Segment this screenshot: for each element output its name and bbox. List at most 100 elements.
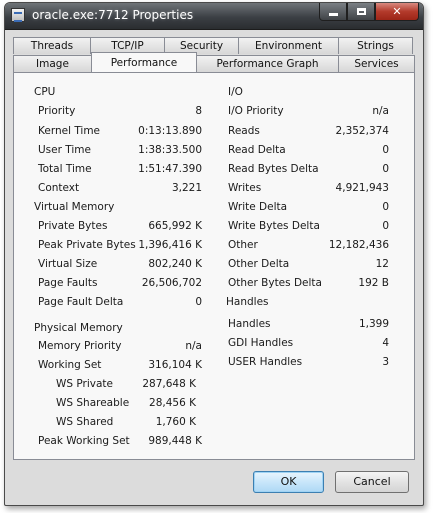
stat-value: 665,992 K [148,220,202,232]
stat-label: Memory Priority [38,340,122,352]
close-button[interactable]: ✕ [375,3,419,21]
stat-value: 28,456 K [149,397,196,409]
stat-row: Total Time 1:51:47.390 [38,162,202,176]
stat-label: Virtual Size [38,258,98,270]
stat-label: Private Bytes [38,220,108,232]
stat-value: n/a [185,340,202,352]
stat-value: 802,240 K [148,258,202,270]
stat-label: Other Bytes Delta [228,277,322,289]
tab-environment[interactable]: Environment [238,37,339,54]
stat-label: Read Bytes Delta [228,163,319,175]
stat-row: Peak Working Set 989,448 K [38,434,202,448]
tab-image[interactable]: Image [13,55,92,72]
stat-row: Other 12,182,436 [228,238,389,252]
stat-label: Total Time [38,163,92,175]
stat-row: Writes 4,921,943 [228,181,389,195]
tab-services[interactable]: Services [338,55,415,72]
stat-row: I/O Priority n/a [228,104,389,118]
stat-value: 4 [382,337,389,349]
stat-value: 0:13:13.890 [138,125,202,137]
stat-value: 287,648 K [142,378,196,390]
window-controls: ✕ [319,3,419,21]
stat-value: n/a [372,105,389,117]
physical-memory-header: Physical Memory [34,322,123,334]
cpu-header: CPU [34,86,56,98]
stat-value: 1:38:33.500 [138,144,202,156]
stat-row: Virtual Size 802,240 K [38,257,202,271]
stat-label: Handles [228,318,271,330]
window-title: oracle.exe:7712 Properties [32,8,194,22]
properties-window: oracle.exe:7712 Properties ✕ Threads TCP… [4,2,424,506]
stat-value: 989,448 K [148,435,202,447]
stat-value: 192 B [358,277,389,289]
maximize-button[interactable] [347,3,375,21]
stat-label: Kernel Time [38,125,101,137]
virtual-memory-header: Virtual Memory [34,201,115,213]
stat-value: 0 [195,296,202,308]
stat-row: Page Faults 26,506,702 [38,276,202,290]
stat-label: Write Delta [228,201,288,213]
stat-value: 2,352,374 [335,125,389,137]
stat-label: Page Faults [38,277,98,289]
tab-threads[interactable]: Threads [13,37,91,54]
stat-value: 3 [382,356,389,368]
stat-label: USER Handles [228,356,303,368]
stat-value: 12 [375,258,389,270]
handles-header: Handles [226,296,269,308]
stat-label: Working Set [38,359,102,371]
stat-row: Working Set 316,104 K [38,358,202,372]
tab-strings[interactable]: Strings [338,37,413,54]
performance-panel: CPU Priority 8 Kernel Time 0:13:13.890 Use… [13,72,415,460]
cancel-button[interactable]: Cancel [335,471,409,493]
stat-label: Peak Working Set [38,435,130,447]
stat-label: Writes [228,182,262,194]
stat-row: Reads 2,352,374 [228,124,389,138]
stat-row: Page Fault Delta 0 [38,295,202,309]
title-bar[interactable]: oracle.exe:7712 Properties ✕ [5,3,423,30]
stat-row: Priority 8 [38,104,202,118]
stat-label: Read Delta [228,144,286,156]
stat-label: GDI Handles [228,337,294,349]
stat-row: Read Bytes Delta 0 [228,162,389,176]
stat-row: User Time 1:38:33.500 [38,143,202,157]
stat-value: 26,506,702 [141,277,202,289]
stat-row: Peak Private Bytes 1,396,416 K [38,238,202,252]
tab-performance-graph[interactable]: Performance Graph [196,55,339,72]
stat-label: Peak Private Bytes [38,239,136,251]
tab-performance[interactable]: Performance [91,52,197,72]
stat-label: User Time [38,144,91,156]
stat-label: Reads [228,125,260,137]
stat-value: 3,221 [171,182,202,194]
ok-button[interactable]: OK [253,471,324,493]
stat-row: Read Delta 0 [228,143,389,157]
tab-row-back: Threads TCP/IP Security Environment Stri… [13,37,413,54]
stat-row: USER Handles 3 [228,355,389,369]
stat-row: WS Private 287,648 K [56,377,196,391]
stat-row: Write Delta 0 [228,200,389,214]
stat-value: 1,399 [358,318,389,330]
stat-value: 1,396,416 K [138,239,202,251]
stat-row: WS Shared 1,760 K [56,415,196,429]
stat-row: Private Bytes 665,992 K [38,219,202,233]
stat-value: 1,760 K [155,416,196,428]
close-icon: ✕ [392,5,402,18]
stat-value: 0 [382,220,389,232]
maximize-icon [356,8,366,15]
stat-label: Other Delta [228,258,290,270]
stat-row: WS Shareable 28,456 K [56,396,196,410]
stat-label: WS Private [56,378,113,390]
stat-row: Other Bytes Delta 192 B [228,276,389,290]
stat-value: 0 [382,201,389,213]
stat-label: Page Fault Delta [38,296,124,308]
stat-label: Context [38,182,80,194]
stat-value: 12,182,436 [328,239,389,251]
minimize-button[interactable] [319,3,347,21]
stat-value: 316,104 K [148,359,202,371]
io-header: I/O [228,86,243,98]
stat-value: 0 [382,163,389,175]
stat-row: Context 3,221 [38,181,202,195]
stat-label: Other [228,239,258,251]
stat-row: Memory Priority n/a [38,339,202,353]
stat-label: Write Bytes Delta [228,220,320,232]
stat-label: WS Shareable [56,397,130,409]
